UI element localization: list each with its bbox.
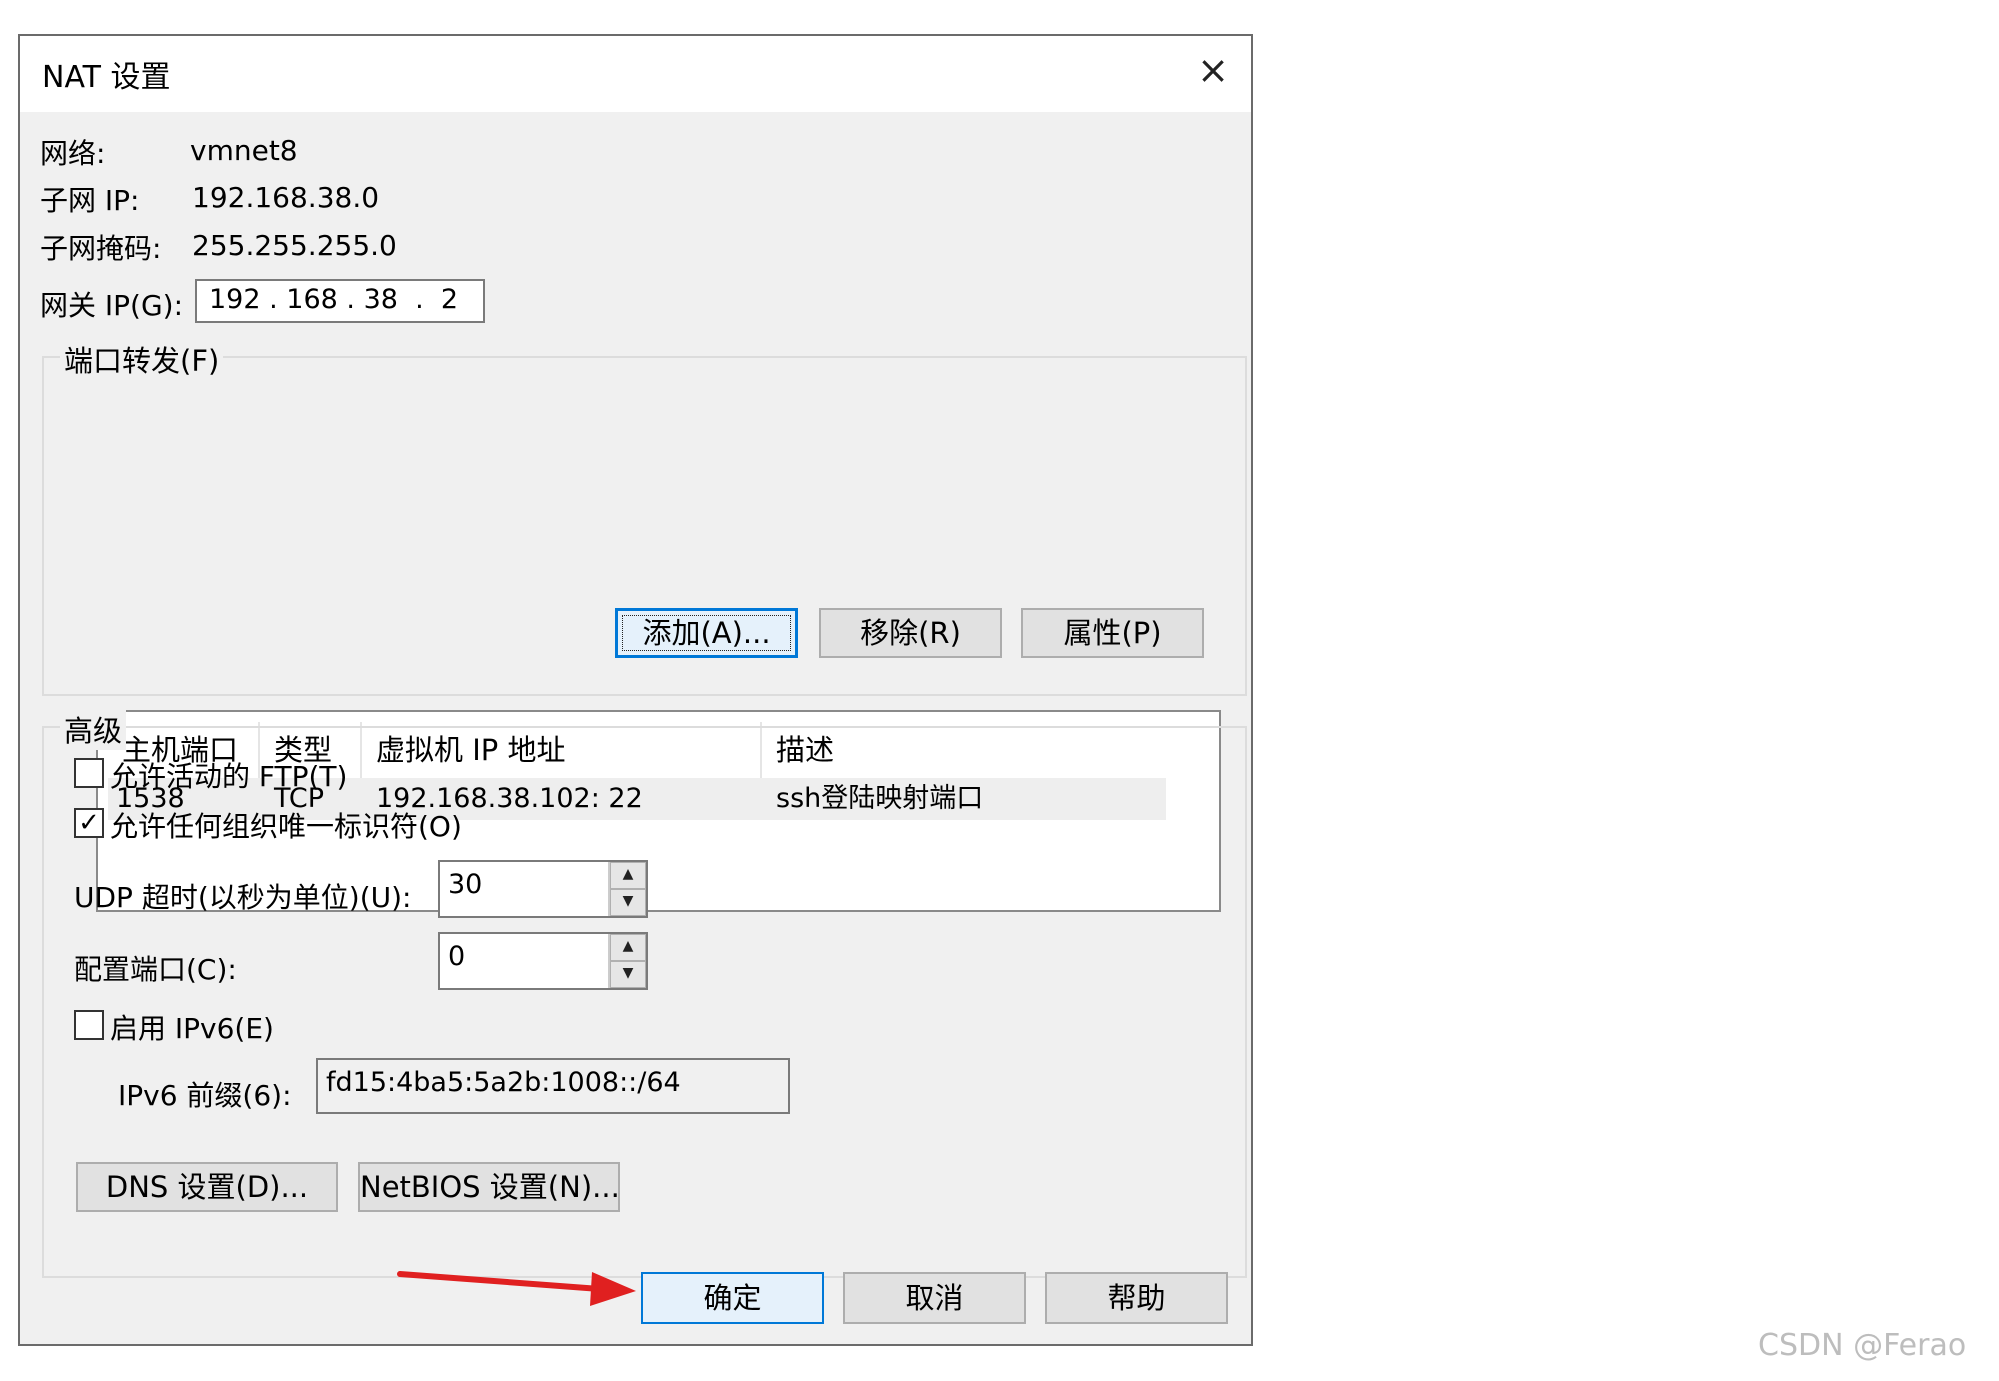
watermark: CSDN @Ferao bbox=[1758, 1328, 1967, 1363]
annotation-arrow-icon bbox=[397, 1271, 636, 1306]
